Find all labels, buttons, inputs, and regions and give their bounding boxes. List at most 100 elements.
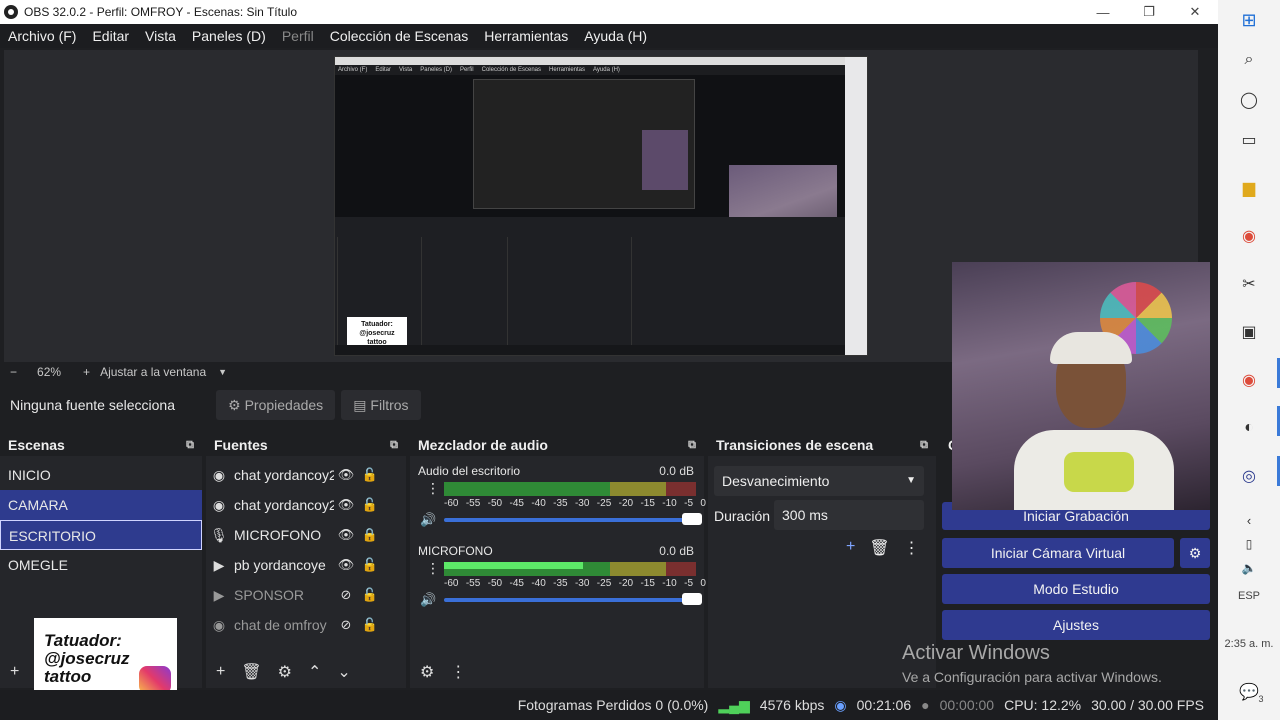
zoom-value: 62%: [37, 365, 62, 379]
zoom-dropdown-icon[interactable]: ▼: [218, 367, 227, 377]
window-titlebar: OBS 32.0.2 - Perfil: OMFROY - Escenas: S…: [0, 0, 1218, 24]
zoom-out-button[interactable]: −: [10, 365, 17, 379]
volume-icon[interactable]: 🔈: [1237, 556, 1261, 580]
unlock-icon[interactable]: 🔓: [358, 467, 382, 483]
unlock-icon[interactable]: 🔓: [358, 617, 382, 633]
source-item[interactable]: ▶ pb yordancoye 👁 🔓: [206, 550, 406, 580]
minimize-button[interactable]: —: [1080, 0, 1126, 24]
chrome-profile-icon[interactable]: ◉: [1237, 368, 1261, 392]
menu-item-archivo[interactable]: Archivo (F): [0, 28, 84, 44]
speaker-icon[interactable]: 🔊: [420, 512, 436, 528]
source-item[interactable]: 🎙 MICROFONO 👁 🔒: [206, 520, 406, 550]
source-item[interactable]: ◉ chat yordancoy2 👁 🔓: [206, 460, 406, 490]
lock-icon[interactable]: 🔒: [358, 527, 382, 543]
slider-knob[interactable]: [682, 593, 702, 605]
app-window-icon[interactable]: ▣: [1237, 320, 1261, 344]
menu-item-editar[interactable]: Editar: [84, 28, 137, 44]
fit-window-label[interactable]: Ajustar a la ventana: [100, 365, 206, 379]
source-item[interactable]: ◉ chat yordancoy2 👁 🔓: [206, 490, 406, 520]
trash-icon[interactable]: 🗑: [241, 662, 261, 682]
menu-item-vista[interactable]: Vista: [137, 28, 184, 44]
task-view-icon[interactable]: ▭: [1237, 128, 1261, 152]
menu-item-herramientas[interactable]: Herramientas: [476, 28, 576, 44]
source-label: SPONSOR: [234, 587, 305, 603]
add-transition-button[interactable]: +: [846, 538, 855, 558]
kebab-menu-icon[interactable]: ⋮: [450, 662, 466, 682]
eye-icon[interactable]: 👁: [334, 557, 358, 573]
virtual-cam-settings-button[interactable]: ⚙: [1180, 538, 1210, 568]
menu-item-paneles[interactable]: Paneles (D): [184, 28, 274, 44]
dock-float-icon[interactable]: ⧉: [920, 439, 928, 452]
app-circle-icon[interactable]: ◎: [1237, 464, 1261, 488]
scene-item-camara[interactable]: CAMARA: [0, 490, 202, 520]
add-scene-button[interactable]: +: [10, 663, 19, 681]
eye-hidden-icon[interactable]: ⊘: [334, 587, 358, 603]
watermark-title: Activar Windows: [902, 642, 1050, 664]
volume-slider[interactable]: [444, 513, 702, 525]
filters-button[interactable]: ▤ Filtros: [341, 390, 421, 420]
obs-icon[interactable]: ◐: [1237, 416, 1261, 440]
chrome-icon[interactable]: ◉: [1237, 224, 1261, 248]
eye-icon[interactable]: 👁: [334, 527, 358, 543]
duration-field[interactable]: 300 ms: [774, 500, 924, 530]
network-icon[interactable]: ▯: [1237, 532, 1261, 556]
clock[interactable]: 2:35 a. m.: [1218, 638, 1280, 650]
file-explorer-icon[interactable]: ▆: [1237, 176, 1261, 200]
kebab-menu-icon[interactable]: ⋮: [426, 560, 440, 577]
scene-item-inicio[interactable]: INICIO: [0, 460, 202, 490]
kebab-menu-icon[interactable]: ⋮: [904, 538, 920, 558]
bitrate: 4576 kbps: [759, 697, 825, 713]
eye-icon[interactable]: 👁: [334, 497, 358, 513]
menu-item-coleccion[interactable]: Colección de Escenas: [322, 28, 477, 44]
unlock-icon[interactable]: 🔓: [358, 497, 382, 513]
transition-selected: Desvanecimiento: [722, 473, 830, 489]
meter-level: [444, 562, 583, 569]
scene-item-omegle[interactable]: OMEGLE: [0, 550, 202, 580]
dock-float-icon[interactable]: ⧉: [186, 439, 194, 452]
eye-hidden-icon[interactable]: ⊘: [334, 617, 358, 633]
settings-button[interactable]: Ajustes: [942, 610, 1210, 640]
chevron-down-icon[interactable]: ⌄: [337, 662, 350, 682]
source-label: chat de omfroy: [234, 617, 327, 633]
chevron-up-icon[interactable]: ⌃: [308, 662, 321, 682]
eye-icon[interactable]: 👁: [334, 467, 358, 483]
trash-icon[interactable]: 🗑: [869, 538, 889, 558]
properties-button[interactable]: ⚙ Propiedades: [216, 390, 336, 420]
source-item[interactable]: ◉ chat de omfroy ⊘ 🔓: [206, 610, 406, 640]
chevron-left-icon[interactable]: ‹: [1237, 508, 1261, 532]
mixer-title: Mezclador de audio: [418, 437, 548, 453]
unlock-icon[interactable]: 🔓: [358, 557, 382, 573]
menu-item-perfil[interactable]: Perfil: [274, 28, 322, 44]
zoom-in-button[interactable]: +: [83, 365, 90, 379]
speaker-icon[interactable]: 🔊: [420, 592, 436, 608]
dock-float-icon[interactable]: ⧉: [390, 439, 398, 452]
start-virtual-cam-button[interactable]: Iniciar Cámara Virtual: [942, 538, 1174, 568]
transition-select[interactable]: Desvanecimiento ▼: [714, 466, 924, 496]
mixer-settings-icon[interactable]: ⚙: [420, 662, 434, 682]
source-item[interactable]: ▶ SPONSOR ⊘ 🔓: [206, 580, 406, 610]
close-button[interactable]: ✕: [1172, 0, 1218, 24]
windows-start-icon[interactable]: ⊞: [1237, 8, 1261, 32]
windows-taskbar: ⊞ ⌕ ◯ ▭ ▆ ◉ ✂ ▣ ◉ ◐ ◎ ‹ ▯ 🔈 ESP 2:35 a. …: [1218, 0, 1280, 720]
dock-float-icon[interactable]: ⧉: [688, 439, 696, 452]
stream-time: 00:21:06: [856, 697, 912, 713]
volume-slider[interactable]: [444, 593, 702, 605]
capcut-icon[interactable]: ✂: [1237, 272, 1261, 296]
scene-item-escritorio[interactable]: ESCRITORIO: [0, 520, 202, 550]
obs-logo-icon: [4, 5, 18, 19]
preview-canvas[interactable]: Archivo (F) Editar Vista Paneles (D) Per…: [334, 56, 868, 356]
menu-item-ayuda[interactable]: Ayuda (H): [576, 28, 655, 44]
language-indicator[interactable]: ESP: [1218, 590, 1280, 602]
filter-icon: ▤: [353, 396, 367, 413]
studio-mode-button[interactable]: Modo Estudio: [942, 574, 1210, 604]
cortana-icon[interactable]: ◯: [1237, 88, 1261, 112]
maximize-button[interactable]: ❐: [1126, 0, 1172, 24]
add-source-button[interactable]: +: [216, 663, 225, 681]
unlock-icon[interactable]: 🔓: [358, 587, 382, 603]
search-icon[interactable]: ⌕: [1237, 48, 1261, 72]
kebab-menu-icon[interactable]: ⋮: [426, 480, 440, 497]
preview-mini-menu-item: Archivo (F): [338, 67, 368, 73]
slider-knob[interactable]: [682, 513, 702, 525]
gear-icon[interactable]: ⚙: [278, 662, 292, 682]
preview-nested-cam: [642, 130, 688, 190]
